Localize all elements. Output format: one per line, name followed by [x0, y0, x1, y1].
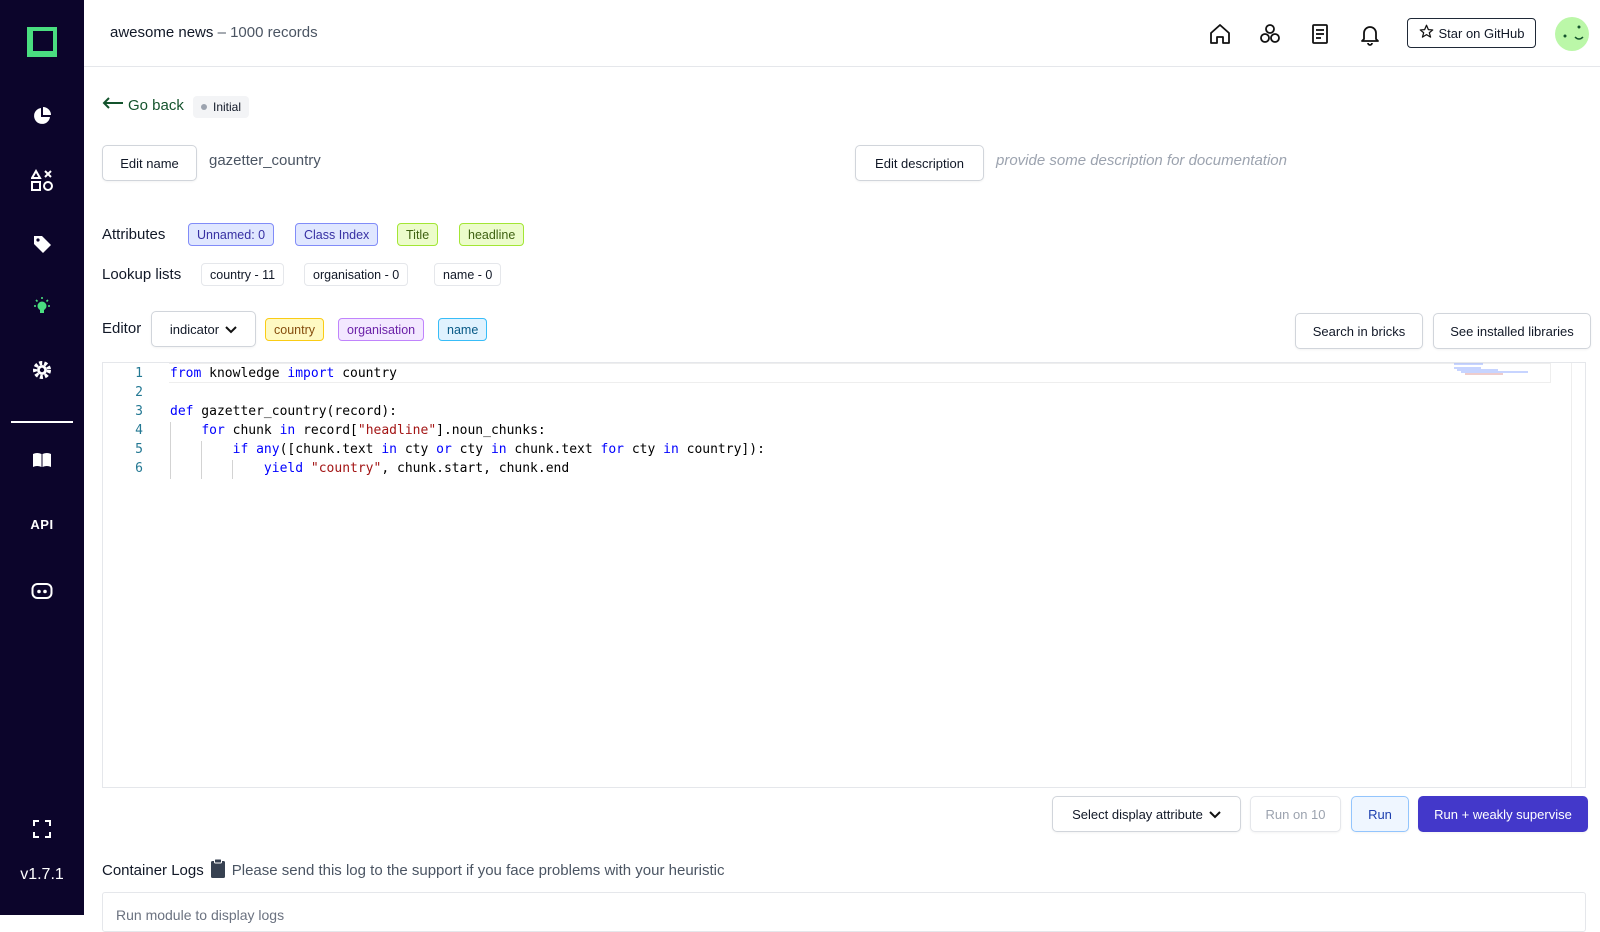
attribute-chip[interactable]: Title — [397, 223, 439, 246]
code-line: 4 for chunk in record["headline"].noun_c… — [103, 421, 1585, 440]
editor-label: Editor — [102, 320, 142, 337]
container-logs-label: Container Logs — [102, 861, 204, 879]
status-dot-icon — [201, 104, 207, 110]
editor-scrollbar[interactable] — [1571, 363, 1585, 787]
project-name: awesome news — [110, 24, 214, 41]
lookup-list-chip[interactable]: organisation - 0 — [304, 263, 409, 286]
notifications-bell-icon[interactable] — [1356, 20, 1384, 48]
labels-tag-icon[interactable] — [28, 230, 56, 258]
run-weakly-supervise-button[interactable]: Run + weakly supervise — [1418, 796, 1588, 832]
status-label: Initial — [213, 100, 242, 114]
sidebar: API v1.7.1 — [0, 0, 84, 915]
projects-cubes-icon[interactable] — [1256, 20, 1284, 48]
home-icon[interactable] — [1206, 20, 1234, 48]
select-display-attribute-dropdown[interactable]: Select display attribute — [1052, 796, 1241, 832]
sidebar-divider — [11, 421, 73, 423]
code-line: 6 yield "country", chunk.start, chunk.en… — [103, 459, 1585, 478]
discord-icon[interactable] — [28, 577, 56, 605]
chevron-down-icon — [1209, 807, 1221, 822]
code-line: 2 — [103, 383, 1585, 402]
clipboard-icon[interactable] — [210, 858, 226, 882]
heuristics-lightbulb-icon[interactable] — [28, 293, 56, 321]
line-number: 4 — [135, 423, 143, 438]
lookup-list-chip[interactable]: country - 11 — [201, 263, 285, 286]
document-notes-icon[interactable] — [1306, 20, 1334, 48]
fullscreen-expand-icon[interactable] — [28, 815, 56, 843]
code-text: yield "country", chunk.start, chunk.end — [263, 461, 570, 476]
attributes-label: Attributes — [102, 226, 166, 243]
attribute-chip[interactable]: headline — [459, 223, 525, 246]
code-text: from knowledge import country — [170, 366, 397, 381]
code-editor[interactable]: 1 from knowledge import country 2 3 def … — [102, 362, 1586, 788]
documentation-book-icon[interactable] — [28, 446, 56, 474]
status-badge: Initial — [193, 96, 250, 118]
attribute-chip[interactable]: Unnamed: 0 — [188, 223, 275, 246]
user-avatar[interactable] — [1555, 17, 1589, 51]
run-button[interactable]: Run — [1351, 796, 1409, 832]
kern-logo-icon[interactable] — [25, 25, 59, 59]
go-back-link[interactable]: Go back — [102, 96, 184, 114]
code-text: for chunk in record["headline"].noun_chu… — [201, 423, 546, 438]
code-text: def gazetter_country(record): — [170, 404, 397, 419]
label-chip[interactable]: organisation — [338, 318, 425, 341]
github-button-label: Star on GitHub — [1438, 25, 1525, 41]
line-number: 5 — [135, 442, 143, 457]
search-in-bricks-button[interactable]: Search in bricks — [1295, 313, 1423, 349]
line-number: 2 — [135, 385, 143, 400]
container-logs-header: Container Logs Please send this log to t… — [102, 858, 725, 882]
edit-description-button[interactable]: Edit description — [855, 145, 984, 181]
code-line: 1 from knowledge import country — [103, 364, 1585, 383]
line-number: 3 — [135, 404, 143, 419]
heuristic-name[interactable]: gazetter_country — [209, 152, 321, 169]
container-logs-box: Run module to display logs — [102, 892, 1586, 932]
top-header: awesome news – 1000 records Star on GitH… — [84, 0, 1600, 67]
labeling-task-value: indicator — [169, 321, 220, 337]
code-minimap[interactable] — [1453, 363, 1543, 383]
container-logs-hint: Please send this log to the support if y… — [231, 861, 725, 879]
attribute-chip[interactable]: Class Index — [295, 223, 379, 246]
edit-name-button[interactable]: Edit name — [102, 145, 197, 181]
see-installed-libraries-button[interactable]: See installed libraries — [1433, 313, 1591, 349]
run-on-10-button[interactable]: Run on 10 — [1250, 796, 1341, 832]
label-chip[interactable]: name — [438, 318, 488, 341]
line-number: 1 — [135, 366, 143, 381]
api-label: API — [30, 516, 54, 532]
lookup-list-chip[interactable]: name - 0 — [434, 263, 502, 286]
label-chip[interactable]: country — [265, 318, 324, 341]
code-text: if any([chunk.text in cty or cty in chun… — [232, 442, 765, 457]
arrow-left-icon — [102, 96, 124, 114]
code-line: 5 if any([chunk.text in cty or cty in ch… — [103, 440, 1585, 459]
code-line: 3 def gazetter_country(record): — [103, 402, 1585, 421]
line-number: 6 — [135, 461, 143, 476]
star-icon — [1419, 24, 1434, 42]
app-version: v1.7.1 — [20, 866, 64, 883]
display-attribute-label: Select display attribute — [1072, 806, 1203, 822]
go-back-label: Go back — [128, 96, 184, 114]
data-shapes-icon[interactable] — [28, 166, 56, 194]
overview-pie-chart-icon[interactable] — [28, 102, 56, 130]
logs-placeholder: Run module to display logs — [116, 907, 285, 923]
star-on-github-button[interactable]: Star on GitHub — [1407, 18, 1536, 48]
api-icon[interactable]: API — [28, 510, 56, 538]
record-count: – 1000 records — [217, 24, 318, 41]
lookup-lists-label: Lookup lists — [102, 266, 182, 283]
project-title: awesome news – 1000 records — [110, 24, 318, 41]
labeling-task-dropdown[interactable]: indicator — [151, 311, 256, 347]
description-placeholder[interactable]: provide some description for documentati… — [996, 152, 1287, 169]
settings-gear-icon[interactable] — [28, 356, 56, 384]
chevron-down-icon — [225, 322, 237, 337]
